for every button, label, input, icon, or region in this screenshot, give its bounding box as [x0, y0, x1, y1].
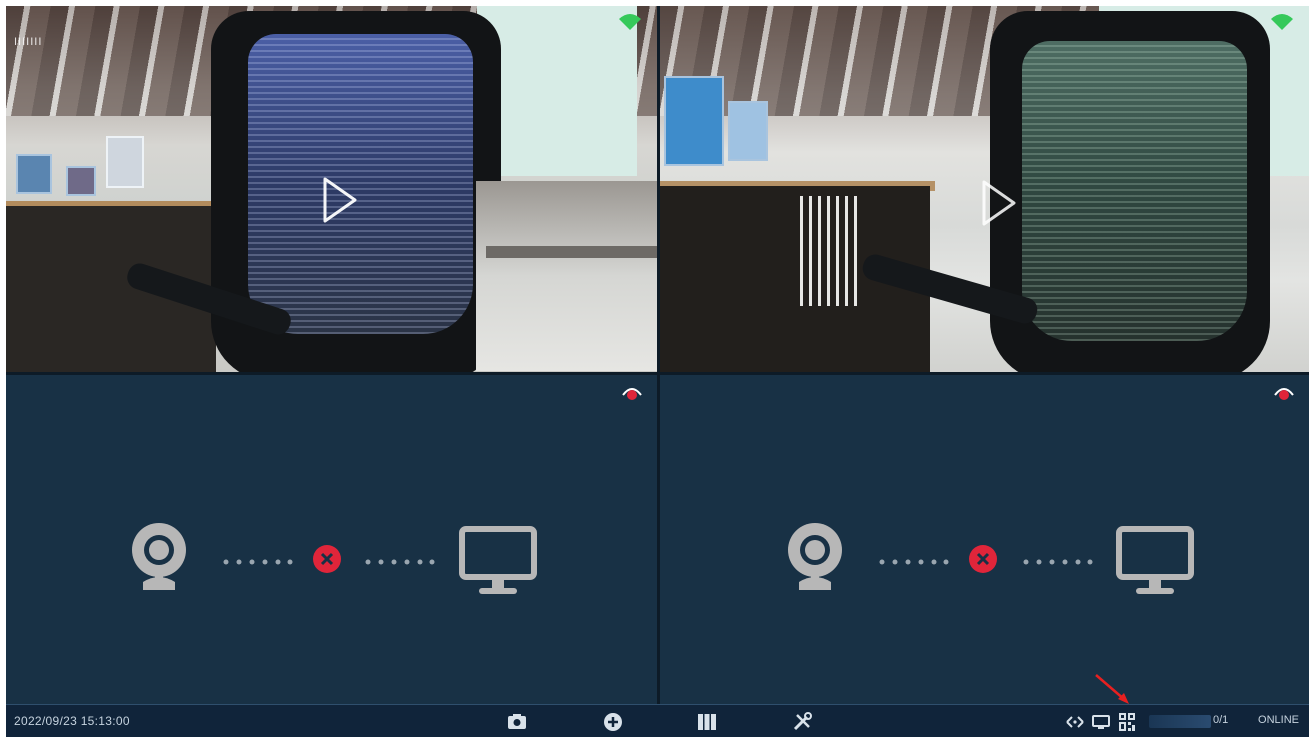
network-button[interactable]	[1064, 711, 1086, 733]
plus-circle-icon	[604, 713, 622, 731]
disconnect-x-icon	[313, 545, 341, 573]
playback-icon	[508, 714, 526, 729]
settings-button[interactable]	[791, 711, 813, 733]
connection-dots-left	[878, 554, 950, 565]
datetime-display: 2022/09/23 15:13:00	[14, 714, 130, 728]
wifi-icon	[1271, 14, 1293, 30]
channel-1-view[interactable]: IIIIIII	[6, 6, 657, 372]
channel-3-view[interactable]	[6, 375, 657, 704]
grid-layout-icon	[698, 714, 716, 730]
connection-dots-right	[364, 554, 436, 565]
playback-button[interactable]	[506, 711, 528, 733]
no-signal-indicator	[660, 520, 1309, 600]
connection-dots-left	[222, 554, 294, 565]
qr-code-icon	[1119, 713, 1135, 731]
webcam-icon	[788, 523, 842, 590]
channel-1-osd: IIIIIII	[14, 36, 43, 48]
channel-4-view[interactable]	[660, 375, 1309, 704]
cloud-id-field	[1149, 715, 1211, 728]
monitor-icon	[459, 526, 537, 594]
online-status: ONLINE	[1258, 714, 1299, 726]
nvr-screen: IIIIIII 2022/09/23 15:13:00 0/1 ONLINE	[6, 6, 1309, 737]
device-count: 0/1	[1213, 714, 1229, 726]
webcam-icon	[132, 523, 186, 590]
network-icon	[1066, 716, 1084, 728]
wifi-icon	[619, 14, 641, 30]
alarm-icon	[622, 388, 642, 400]
no-signal-indicator	[6, 520, 657, 600]
grid-divider-horizontal	[6, 372, 1309, 375]
annotation-arrow-icon	[1095, 674, 1129, 704]
display-button[interactable]	[1090, 711, 1112, 733]
layout-button[interactable]	[696, 711, 718, 733]
tools-icon	[793, 712, 812, 731]
qr-code-button[interactable]	[1116, 711, 1138, 733]
grid-divider-vertical	[657, 6, 660, 704]
play-icon[interactable]	[970, 176, 1024, 230]
display-icon	[1092, 715, 1110, 729]
monitor-icon	[1116, 526, 1194, 594]
connection-dots-right	[1022, 554, 1094, 565]
channel-2-view[interactable]	[660, 6, 1309, 372]
alarm-icon	[1274, 388, 1294, 400]
channel-grid: IIIIIII	[6, 6, 1309, 704]
bottom-taskbar: 2022/09/23 15:13:00 0/1 ONLINE	[6, 704, 1309, 737]
play-icon[interactable]	[311, 173, 365, 227]
disconnect-x-icon	[969, 545, 997, 573]
add-device-button[interactable]	[602, 711, 624, 733]
